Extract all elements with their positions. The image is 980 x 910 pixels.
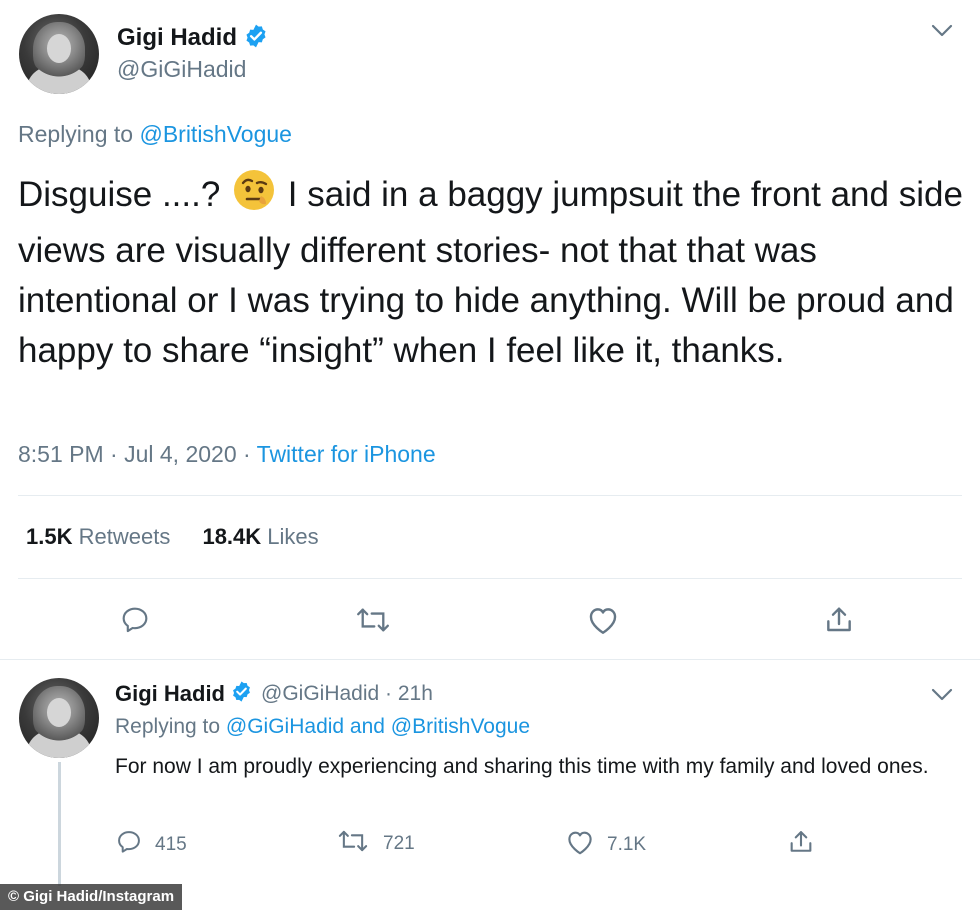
replying-to-label: Replying to <box>18 121 134 147</box>
likes-label: Likes <box>267 524 319 549</box>
reply-header: Gigi Hadid @GiGiHadid · 21h <box>115 678 433 710</box>
tweet-body: Disguise ....? I said in a baggy jumpsui… <box>18 168 968 376</box>
reply-count: 415 <box>155 833 187 855</box>
retweet-icon[interactable] <box>353 602 393 638</box>
avatar[interactable] <box>19 14 99 94</box>
reply-display-name[interactable]: Gigi Hadid <box>115 681 225 707</box>
likes-count: 18.4K <box>202 524 262 549</box>
reply-avatar[interactable] <box>19 678 99 758</box>
share-icon[interactable] <box>821 602 857 638</box>
like-count: 7.1K <box>607 833 647 855</box>
timestamp-line: 8:51 PM · Jul 4, 2020 · Twitter for iPho… <box>18 441 436 468</box>
verified-badge-icon <box>230 680 253 708</box>
reply-replying-to-label: Replying to <box>115 715 221 738</box>
reply-replying-to-links[interactable]: @GiGiHadid and @BritishVogue <box>226 715 530 738</box>
reply-replying-to-line: Replying to @GiGiHadid and @BritishVogue <box>115 715 530 739</box>
raised-eyebrow-emoji <box>232 168 276 226</box>
share-icon[interactable] <box>787 828 815 861</box>
reply-icon[interactable] <box>117 602 153 638</box>
engagement-counts: 1.5K Retweets 18.4K Likes <box>26 524 319 550</box>
replying-to-line: Replying to @BritishVogue <box>18 121 292 148</box>
like-icon[interactable] <box>585 602 621 638</box>
photo-credit-caption: © Gigi Hadid/Instagram <box>0 884 183 910</box>
reply-action-retweet[interactable]: 721 <box>337 828 415 859</box>
replying-to-link[interactable]: @BritishVogue <box>139 121 292 147</box>
reply-icon <box>115 828 143 861</box>
chevron-down-icon[interactable] <box>931 24 953 38</box>
thread-line <box>58 762 61 886</box>
reply-action-like[interactable]: 7.1K <box>565 828 646 861</box>
timestamp[interactable]: 8:51 PM · Jul 4, 2020 · <box>18 441 251 467</box>
divider <box>18 578 962 579</box>
divider <box>18 495 962 496</box>
reply-action-reply[interactable]: 415 <box>115 828 187 861</box>
divider <box>0 659 980 660</box>
retweets-label: Retweets <box>78 524 171 549</box>
handle[interactable]: @GiGiHadid <box>117 56 246 83</box>
display-name[interactable]: Gigi Hadid <box>117 24 237 52</box>
like-icon <box>565 828 595 861</box>
verified-badge-icon <box>243 23 269 54</box>
tweet-text-start: Disguise ....? <box>18 175 221 214</box>
likes-count-link[interactable]: 18.4K Likes <box>202 524 318 549</box>
reply-handle-time[interactable]: @GiGiHadid · 21h <box>261 682 433 706</box>
reply-body: For now I am proudly experiencing and sh… <box>115 755 929 778</box>
chevron-down-icon[interactable] <box>931 688 953 702</box>
retweets-count: 1.5K <box>26 524 73 549</box>
retweet-count: 721 <box>383 832 415 854</box>
retweet-icon <box>337 828 369 859</box>
tweet-source-link[interactable]: Twitter for iPhone <box>257 441 436 467</box>
retweets-count-link[interactable]: 1.5K Retweets <box>26 524 176 549</box>
